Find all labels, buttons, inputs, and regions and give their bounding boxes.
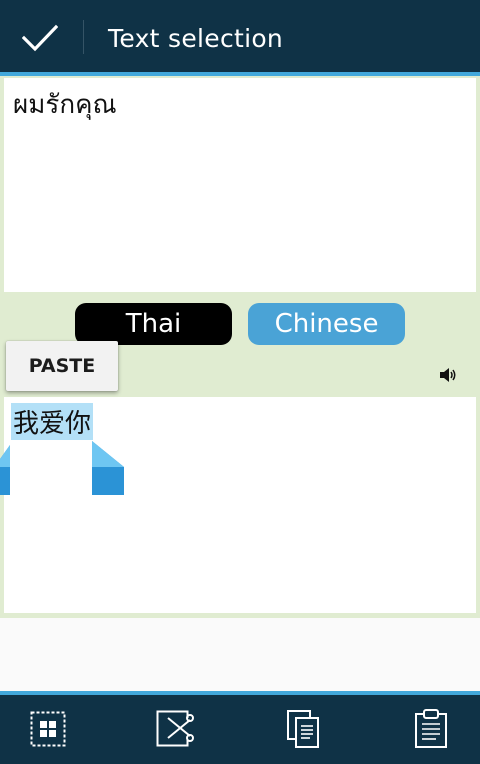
paste-icon <box>415 709 447 748</box>
bottom-action-bar <box>0 695 480 764</box>
select-all-button[interactable] <box>22 705 74 753</box>
checkmark-icon <box>22 24 58 52</box>
copy-button[interactable] <box>278 705 330 753</box>
page-title: Text selection <box>108 24 284 53</box>
translation-text-box[interactable]: 我爱你 <box>4 397 476 613</box>
select-all-icon <box>30 711 66 747</box>
empty-area <box>0 618 480 692</box>
paste-context-button[interactable]: PASTE <box>6 341 118 391</box>
selection-end-handle[interactable] <box>92 441 124 497</box>
speaker-icon[interactable] <box>438 366 458 384</box>
action-bar: Text selection <box>0 0 480 72</box>
source-text-box[interactable]: ผมรักคุณ <box>4 78 476 292</box>
done-button[interactable] <box>8 12 72 64</box>
paste-button[interactable] <box>405 705 457 753</box>
action-bar-divider <box>83 20 84 54</box>
target-language-button[interactable]: Chinese <box>248 303 405 345</box>
source-language-button[interactable]: Thai <box>75 303 232 345</box>
source-text: ผมรักคุณ <box>13 90 117 120</box>
translation-text-selected[interactable]: 我爱你 <box>11 403 94 440</box>
copy-icon <box>287 710 319 748</box>
cut-button[interactable] <box>150 705 202 753</box>
selection-start-handle[interactable] <box>0 441 12 497</box>
cut-icon <box>156 710 194 747</box>
